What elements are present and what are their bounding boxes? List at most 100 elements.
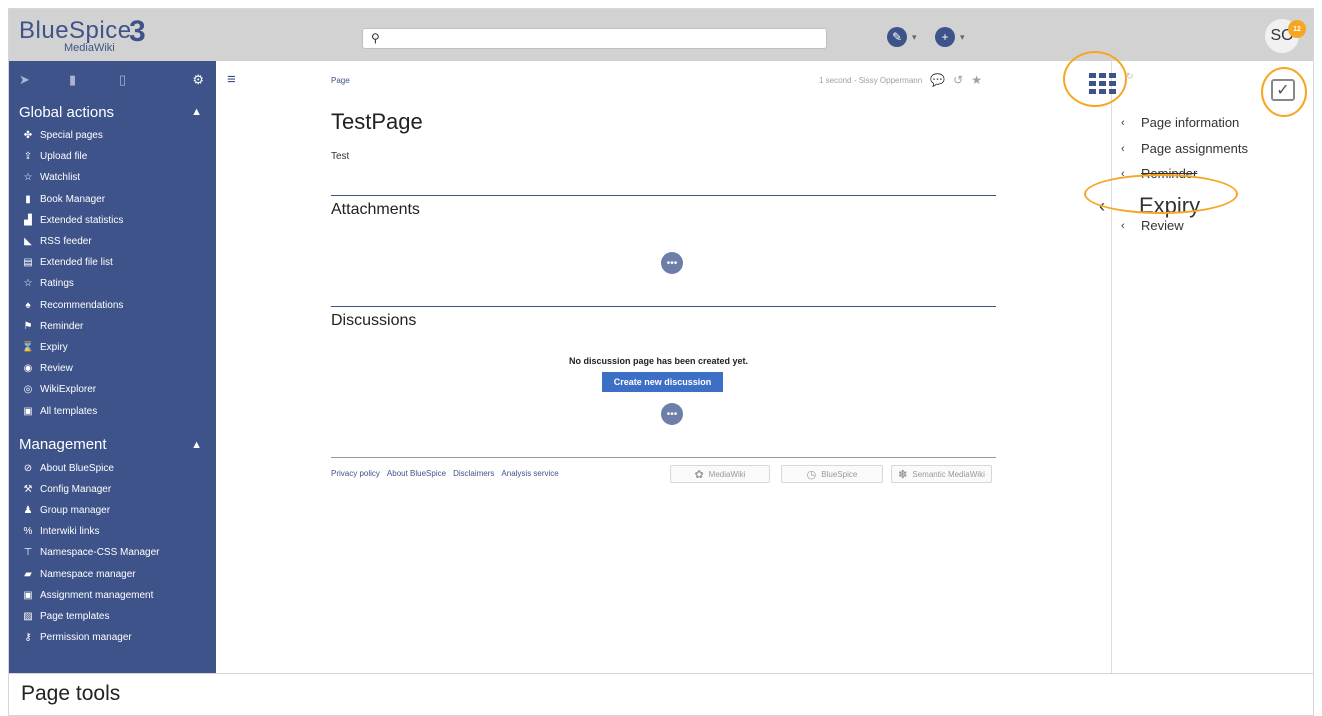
- sidebar-item-label: RSS feeder: [40, 236, 92, 248]
- eye-icon: ◉: [23, 363, 33, 375]
- footer-link-disclaimers[interactable]: Disclaimers: [453, 469, 494, 478]
- gear-icon[interactable]: ⚙: [192, 72, 204, 88]
- navigation-icon[interactable]: ➤: [19, 72, 69, 88]
- image-caption: Page tools: [8, 674, 1314, 716]
- star-icon[interactable]: ★: [971, 73, 982, 87]
- recommendations-icon: ♠: [25, 299, 31, 311]
- sidebar-item-group-manager[interactable]: ♟ Group manager: [9, 500, 216, 521]
- sidebar-item-rss-feeder[interactable]: ◣ RSS feeder: [9, 231, 216, 252]
- create-discussion-button[interactable]: Create new discussion: [602, 372, 723, 392]
- sidebar-item-label: Review: [40, 363, 73, 375]
- special-pages-icon: ✤: [23, 130, 33, 142]
- sidebar-item-reminder[interactable]: ⚑ Reminder: [9, 316, 216, 337]
- sidebar-item-label: Recommendations: [40, 299, 124, 311]
- edit-menu-button[interactable]: ✎ ▾: [887, 27, 917, 47]
- upload-icon: ⇪: [23, 151, 33, 163]
- history-icon[interactable]: ↺: [953, 73, 963, 87]
- logo-subtext: MediaWiki: [64, 42, 115, 54]
- discussions-heading: Discussions: [331, 312, 417, 329]
- page-title: TestPage: [331, 109, 423, 134]
- hourglass-icon: ⌛: [21, 341, 35, 353]
- group-icon: ♟: [23, 505, 33, 517]
- chevron-left-icon: ‹: [1121, 219, 1125, 232]
- compass-icon: ◎: [23, 384, 33, 396]
- sidebar-item-label: Ratings: [40, 278, 74, 290]
- file-list-icon: ▤: [23, 257, 33, 269]
- chevron-down-icon: ▾: [960, 31, 965, 42]
- sidebar-item-namespace-manager[interactable]: ▰ Namespace manager: [9, 564, 216, 585]
- sidebar-item-label: Namespace-CSS Manager: [40, 547, 160, 559]
- powered-by-bluespice[interactable]: ◷ BlueSpice: [781, 465, 883, 483]
- notification-badge[interactable]: 12: [1288, 20, 1306, 38]
- footer-link-about[interactable]: About BlueSpice: [387, 469, 446, 478]
- sidebar-item-permission-manager[interactable]: ⚷ Permission manager: [9, 627, 216, 648]
- footer-link-privacy[interactable]: Privacy policy: [331, 469, 380, 478]
- sidebar-item-watchlist[interactable]: ☆ Watchlist: [9, 167, 216, 188]
- sidebar-item-special-pages[interactable]: ✤ Special pages: [9, 125, 216, 146]
- book-icon[interactable]: ▮: [69, 72, 119, 88]
- reload-icon[interactable]: ↻: [1126, 71, 1134, 82]
- sidebar-item-about-bluespice[interactable]: ⊘ About BlueSpice: [9, 458, 216, 479]
- sidebar-item-expiry[interactable]: ⌛ Expiry: [9, 337, 216, 358]
- sidebar-item-config-manager[interactable]: ⚒ Config Manager: [9, 479, 216, 500]
- last-edit-info[interactable]: 1 second - Sissy Oppermann: [819, 76, 922, 85]
- sidebar-item-assignment-management[interactable]: ▣ Assignment management: [9, 585, 216, 606]
- logo[interactable]: BlueSpice MediaWiki 3: [19, 15, 169, 55]
- sidebar-section-global-actions[interactable]: Global actions ▲: [9, 99, 216, 125]
- book-manager-icon: ▮: [25, 193, 31, 205]
- sidebar-item-label: About BlueSpice: [40, 462, 114, 474]
- logo-version: 3: [129, 15, 146, 48]
- sidebar-item-all-templates[interactable]: ▣ All templates: [9, 400, 216, 421]
- sidebar-item-label: WikiExplorer: [40, 384, 97, 396]
- sidebar-item-label: Assignment management: [40, 589, 154, 601]
- mediawiki-icon: ✿: [694, 468, 704, 481]
- management-list: ⊘ About BlueSpice ⚒ Config Manager ♟ Group ma…: [9, 458, 216, 649]
- section-title: Global actions: [19, 103, 115, 121]
- page-tool-label: Page assignments: [1141, 141, 1248, 156]
- footer-links: Privacy policy About BlueSpice Disclaime…: [331, 469, 566, 478]
- sidebar-item-book-manager[interactable]: ▮ Book Manager: [9, 189, 216, 210]
- paint-icon: ⊤: [23, 547, 33, 559]
- loading-indicator: •••: [661, 252, 683, 274]
- sidebar-item-label: Interwiki links: [40, 526, 100, 538]
- search-box[interactable]: ⚲: [362, 28, 827, 49]
- powered-by-mediawiki[interactable]: ✿ MediaWiki: [670, 465, 770, 483]
- page-tool-label: Page information: [1141, 115, 1240, 130]
- sidebar-item-recommendations[interactable]: ♠ Recommendations: [9, 295, 216, 316]
- logo-text: BlueSpice: [19, 17, 132, 44]
- sidebar-section-management[interactable]: Management ▲: [9, 432, 216, 458]
- discussion-icon[interactable]: 💬: [930, 73, 945, 87]
- powered-label: MediaWiki: [708, 469, 746, 479]
- sidebar-item-review[interactable]: ◉ Review: [9, 358, 216, 379]
- clipboard-icon[interactable]: ▯: [119, 72, 169, 88]
- chevron-left-icon: ‹: [1121, 116, 1125, 129]
- page-tool-page-assignments[interactable]: ‹ Page assignments: [1121, 141, 1248, 156]
- page-tool-review[interactable]: ‹ Review: [1121, 218, 1184, 233]
- menu-toggle-icon[interactable]: ≡: [227, 71, 236, 88]
- sidebar-item-label: Book Manager: [40, 193, 106, 205]
- powered-by-semantic-mediawiki[interactable]: ✽ Semantic MediaWiki: [891, 465, 992, 483]
- sidebar-item-interwiki-links[interactable]: % Interwiki links: [9, 521, 216, 542]
- add-menu-button[interactable]: + ▾: [935, 27, 965, 47]
- wrench-icon: ⚒: [23, 483, 33, 495]
- pencil-icon: ✎: [887, 27, 907, 47]
- sidebar-item-ratings[interactable]: ☆ Ratings: [9, 273, 216, 294]
- highlight-circle: [1261, 67, 1307, 117]
- footer-link-analysis[interactable]: Analysis service: [501, 469, 558, 478]
- sidebar-item-namespace-css-manager[interactable]: ⊤ Namespace-CSS Manager: [9, 542, 216, 563]
- sidebar-item-label: Group manager: [40, 505, 111, 517]
- highlight-circle: [1063, 51, 1127, 107]
- sidebar-item-label: Expiry: [40, 341, 68, 353]
- global-actions-list: ✤ Special pages ⇪ Upload file ☆ Watchlist ▮ Boo…: [9, 125, 216, 422]
- breadcrumb[interactable]: Page: [331, 76, 350, 85]
- page-tool-page-information[interactable]: ‹ Page information: [1121, 115, 1239, 130]
- sidebar-item-upload-file[interactable]: ⇪ Upload file: [9, 146, 216, 167]
- sidebar-item-extended-file-list[interactable]: ▤ Extended file list: [9, 252, 216, 273]
- sidebar-item-page-templates[interactable]: ▨ Page templates: [9, 606, 216, 627]
- sidebar-item-wikiexplorer[interactable]: ◎ WikiExplorer: [9, 379, 216, 400]
- left-sidebar: ➤ ▮ ▯ ⚙ Global actions ▲ ✤ Special pages ⇪…: [9, 61, 216, 673]
- sidebar-item-extended-statistics[interactable]: ▟ Extended statistics: [9, 210, 216, 231]
- search-input[interactable]: [387, 30, 817, 47]
- sidebar-tabs: ➤ ▮ ▯ ⚙: [9, 61, 216, 99]
- powered-label: BlueSpice: [821, 469, 858, 479]
